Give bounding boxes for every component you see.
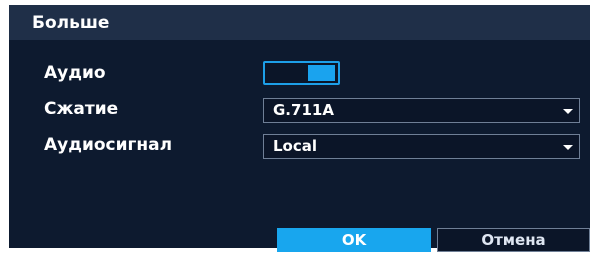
chevron-down-icon	[563, 109, 573, 114]
cancel-button[interactable]: Отмена	[437, 228, 590, 252]
ok-button[interactable]: OK	[277, 228, 431, 252]
chevron-down-icon	[563, 145, 573, 150]
audio-toggle-knob	[308, 65, 335, 81]
audio-toggle[interactable]	[263, 61, 340, 85]
dialog-title: Больше	[32, 13, 110, 33]
compression-select[interactable]: G.711A	[263, 98, 580, 123]
compression-value: G.711A	[273, 101, 334, 119]
audio-signal-label: Аудиосигнал	[44, 135, 173, 155]
audio-label: Аудио	[44, 63, 106, 83]
dialog-titlebar: Больше	[9, 5, 590, 40]
audio-signal-select[interactable]: Local	[263, 134, 580, 159]
compression-label: Сжатие	[44, 99, 119, 119]
settings-dialog: Больше Аудио Сжатие G.711A Аудиосигнал L…	[9, 5, 590, 252]
audio-signal-value: Local	[273, 137, 318, 155]
